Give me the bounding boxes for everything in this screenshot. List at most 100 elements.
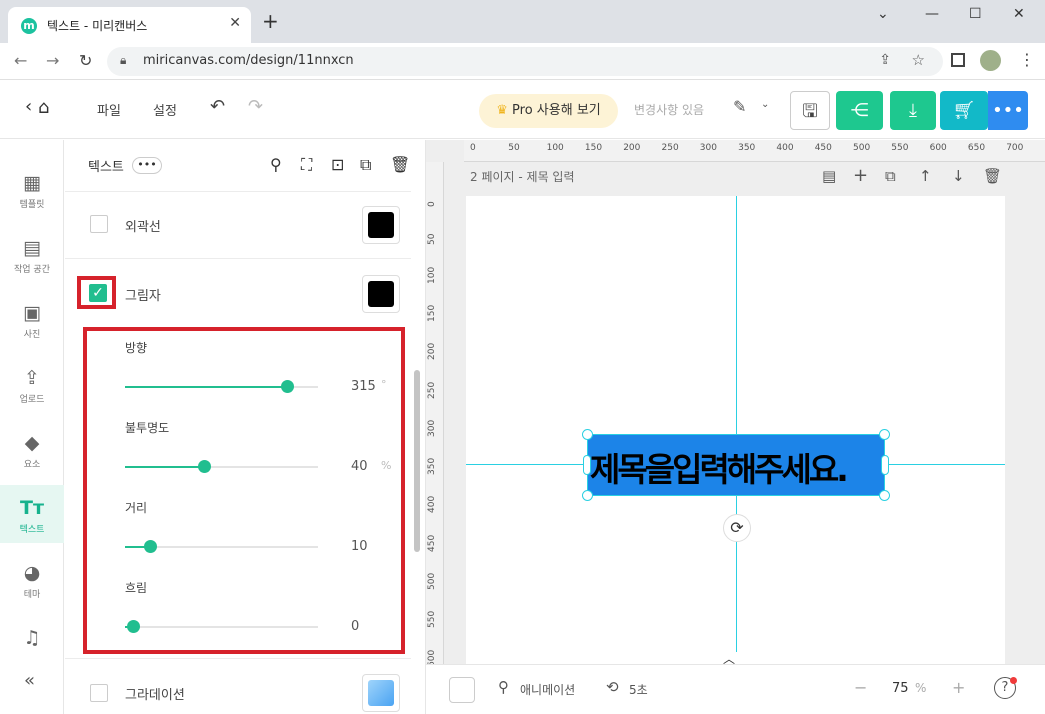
share-page-icon[interactable]: ⇪ bbox=[879, 52, 891, 68]
shadow-color bbox=[368, 281, 394, 307]
outline-color-swatch[interactable] bbox=[362, 206, 400, 244]
menu-file[interactable]: 파일 bbox=[97, 100, 121, 119]
more-button[interactable]: ••• bbox=[988, 91, 1028, 130]
profile-avatar[interactable] bbox=[980, 50, 1001, 71]
audio-icon: ♫ bbox=[23, 627, 41, 649]
ruler-tick-label: 650 bbox=[967, 143, 986, 153]
bookmark-star-icon[interactable]: ☆ bbox=[912, 51, 925, 69]
animation-button[interactable]: 애니메이션 bbox=[520, 681, 575, 698]
shadow-color-swatch[interactable] bbox=[362, 275, 400, 313]
paint-roller-icon[interactable]: ⛶ bbox=[301, 155, 312, 175]
add-page-icon[interactable]: + bbox=[853, 165, 868, 186]
sidebar-item-text[interactable]: Tт 텍스트 bbox=[0, 485, 64, 543]
title-text-box[interactable]: 제목을입력해주세요. bbox=[587, 434, 885, 496]
back-icon[interactable]: ← bbox=[14, 51, 27, 70]
panel-scrollbar[interactable] bbox=[414, 370, 420, 552]
browser-tab-strip: m 텍스트 - 미리캔버스 ✕ + ⌄ — ☐ ✕ bbox=[0, 0, 1045, 43]
clock-icon: ⟲ bbox=[606, 678, 619, 696]
zoom-in-button[interactable]: + bbox=[952, 678, 965, 697]
elements-icon: ◆ bbox=[24, 432, 40, 454]
design-page[interactable]: 제목을입력해주세요. ⟳ bbox=[466, 196, 1005, 664]
move-down-icon[interactable]: ↓ bbox=[952, 167, 965, 185]
style-picker-icon[interactable]: ⚲ bbox=[270, 155, 282, 174]
delete-icon[interactable]: 🗑︎ bbox=[390, 155, 410, 174]
rotate-icon: ⟳ bbox=[730, 518, 744, 537]
sidebar-item-label: 작업 공간 bbox=[14, 265, 50, 275]
share-button[interactable]: ⋲ bbox=[836, 91, 883, 130]
sidebar-item-workspace[interactable]: ▤ 작업 공간 bbox=[0, 225, 64, 283]
background-color-button[interactable] bbox=[449, 677, 475, 703]
ruler-tick-label: 50 bbox=[427, 233, 437, 246]
tab-title: 텍스트 - 미리캔버스 bbox=[47, 19, 148, 33]
browser-menu-icon[interactable]: ⋮ bbox=[1019, 50, 1035, 69]
ruler-tick-label: 700 bbox=[1006, 143, 1024, 153]
minimize-icon[interactable]: — bbox=[925, 6, 939, 22]
tab-search-chevron-icon[interactable]: ⌄ bbox=[877, 6, 889, 22]
page-duration[interactable]: 5초 bbox=[629, 681, 648, 698]
browser-tab[interactable]: m 텍스트 - 미리캔버스 ✕ bbox=[8, 7, 251, 43]
shadow-checkbox-highlight bbox=[77, 276, 116, 309]
collapse-pages-button[interactable]: ︿ bbox=[694, 652, 764, 664]
duplicate-icon[interactable]: ⧉ bbox=[360, 155, 371, 175]
sidebar-item-audio[interactable]: ♫ bbox=[0, 615, 64, 655]
resize-handle-right[interactable] bbox=[881, 455, 889, 475]
rotate-handle[interactable]: ⟳ bbox=[723, 514, 751, 542]
shadow-settings-highlight bbox=[83, 327, 405, 654]
pen-icon[interactable]: ✎ bbox=[733, 97, 746, 116]
maximize-icon[interactable]: ☐ bbox=[969, 6, 982, 22]
copy-page-icon[interactable]: ⧉ bbox=[885, 167, 896, 185]
sidebar-item-upload[interactable]: ⇪ 업로드 bbox=[0, 355, 64, 413]
page-note-icon[interactable]: ▤ bbox=[822, 167, 836, 185]
ruler-tick-label: 600 bbox=[929, 143, 947, 153]
collapse-sidebar-icon[interactable]: « bbox=[24, 670, 35, 691]
window-close-icon[interactable]: ✕ bbox=[1013, 6, 1025, 22]
resize-handle-tl[interactable] bbox=[582, 429, 593, 440]
outline-checkbox[interactable] bbox=[90, 215, 108, 233]
sidebar-toggle-icon[interactable] bbox=[951, 53, 965, 67]
sidebar-item-photo[interactable]: ▣ 사진 bbox=[0, 290, 64, 348]
download-button[interactable]: ⤓ bbox=[890, 91, 936, 130]
title-text[interactable]: 제목을입력해주세요. bbox=[590, 443, 849, 491]
sidebar-item-elements[interactable]: ◆ 요소 bbox=[0, 420, 64, 478]
url-field[interactable]: 🔒︎ miricanvas.com/design/11nnxcn ⇪ ☆ bbox=[107, 47, 943, 76]
resize-handle-bl[interactable] bbox=[582, 490, 593, 501]
address-bar-row: ← → ↻ 🔒︎ miricanvas.com/design/11nnxcn ⇪… bbox=[0, 43, 1045, 80]
panel-options-button[interactable]: ••• bbox=[132, 157, 162, 174]
ruler-tick-label: 250 bbox=[427, 381, 437, 399]
home-icon[interactable]: ⌂ bbox=[38, 97, 49, 118]
tab-close-icon[interactable]: ✕ bbox=[229, 15, 241, 31]
vertical-guide bbox=[736, 196, 737, 664]
resize-handle-br[interactable] bbox=[879, 490, 890, 501]
pen-dropdown-chevron-icon[interactable]: ⌄ bbox=[761, 99, 769, 110]
resize-handle-left[interactable] bbox=[583, 455, 591, 475]
ruler-tick-label: 300 bbox=[427, 419, 437, 437]
new-tab-button[interactable]: + bbox=[262, 11, 279, 31]
gradient-checkbox[interactable] bbox=[90, 684, 108, 702]
reload-icon[interactable]: ↻ bbox=[79, 51, 92, 70]
menu-settings[interactable]: 설정 bbox=[153, 100, 177, 119]
sidebar-item-theme[interactable]: ◕ 테마 bbox=[0, 550, 64, 608]
undo-icon[interactable]: ↶ bbox=[210, 96, 225, 117]
forward-icon[interactable]: → bbox=[46, 51, 59, 70]
page-label[interactable]: 2 페이지 - 제목 입력 bbox=[470, 168, 575, 185]
back-chevron-icon[interactable]: ‹ bbox=[25, 96, 32, 117]
save-button[interactable]: 🖫︎ bbox=[790, 91, 830, 130]
move-up-icon[interactable]: ↑ bbox=[919, 167, 932, 185]
sidebar-item-label: 테마 bbox=[23, 590, 41, 600]
redo-icon[interactable]: ↷ bbox=[248, 96, 263, 117]
ruler-tick-label: 400 bbox=[776, 143, 794, 153]
lock-icon[interactable]: ⊡ bbox=[331, 155, 344, 174]
panel-title: 텍스트 bbox=[88, 160, 124, 175]
gradient-color-swatch[interactable] bbox=[362, 674, 400, 712]
sidebar-item-template[interactable]: ▦ 템플릿 bbox=[0, 160, 64, 218]
pro-trial-button[interactable]: ♛ Pro 사용해 보기 bbox=[479, 94, 618, 128]
zoom-out-button[interactable]: − bbox=[854, 678, 867, 697]
cart-button[interactable]: 🛒︎ bbox=[940, 91, 988, 130]
ruler-tick-label: 350 bbox=[427, 457, 437, 476]
ruler-tick-label: 100 bbox=[546, 143, 564, 153]
ruler-tick-label: 200 bbox=[623, 143, 641, 153]
animation-icon[interactable]: ⚲ bbox=[498, 678, 509, 696]
resize-handle-tr[interactable] bbox=[879, 429, 890, 440]
zoom-level[interactable]: 75 bbox=[892, 681, 909, 696]
delete-page-icon[interactable]: 🗑︎ bbox=[983, 167, 1002, 185]
